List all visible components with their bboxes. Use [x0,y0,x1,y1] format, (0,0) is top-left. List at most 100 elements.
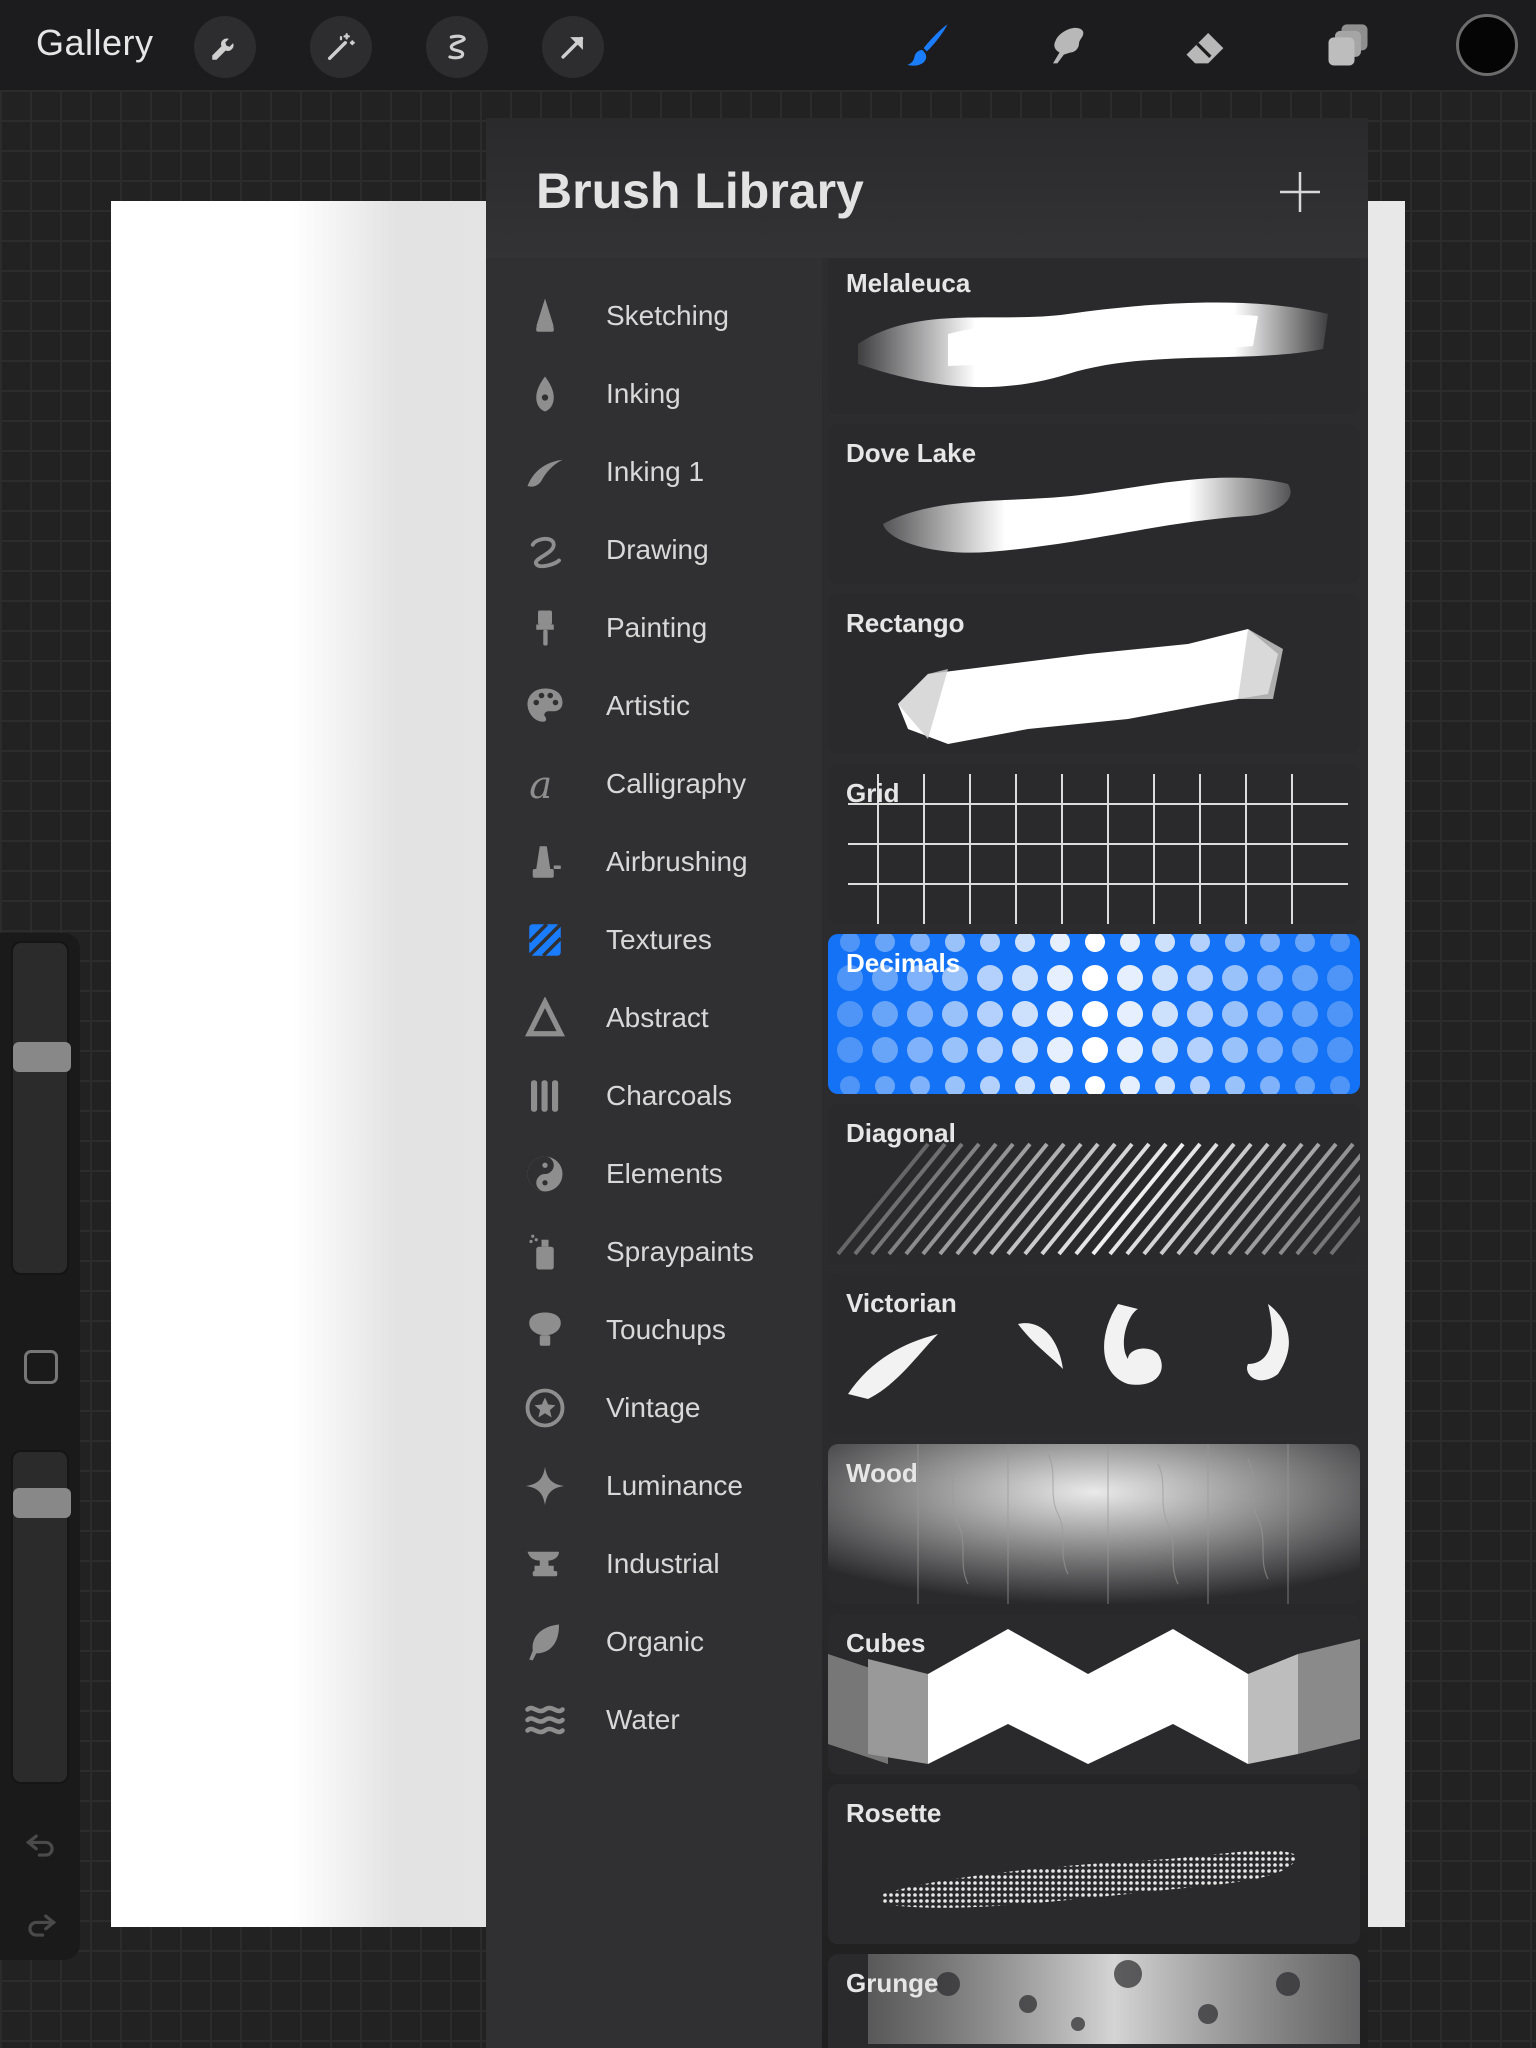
brush-set-inking[interactable]: Inking [486,355,822,433]
brush-set-label: Industrial [606,1548,720,1579]
modify-button[interactable] [24,1350,58,1384]
brush-diagonal[interactable]: Diagonal [828,1104,1360,1264]
color-picker-button[interactable] [1456,14,1518,76]
decimal-dot [1117,965,1143,991]
brush-victorian[interactable]: Victorian [828,1274,1360,1434]
brush-set-calligraphy[interactable]: a Calligraphy [486,745,822,823]
decimal-dot [872,1001,898,1027]
decimal-dot [1327,1037,1353,1063]
brush-cubes[interactable]: Cubes [828,1614,1360,1774]
brush-dove-lake[interactable]: Dove Lake [828,424,1360,584]
brush-name: Rosette [846,1798,942,1828]
decimal-dot [1222,1001,1248,1027]
procreate-app: Gallery Brush Library Sketching Inking I… [0,0,1536,2048]
panel-title: Brush Library [536,163,864,219]
brush-set-vintage[interactable]: Vintage [486,1369,822,1447]
star-badge-icon [522,1385,568,1431]
brush-set-artistic[interactable]: Artistic [486,667,822,745]
brush-rosette[interactable]: Rosette [828,1784,1360,1944]
decimal-dot [840,1076,860,1094]
brush-set-painting[interactable]: Painting [486,589,822,667]
smudge-icon[interactable] [1036,18,1096,74]
pencil-icon [522,293,568,339]
layers-icon[interactable] [1318,18,1378,74]
opacity-thumb[interactable] [13,1488,71,1518]
brush-set-label: Sketching [606,300,729,331]
brush-set-label: Airbrushing [606,846,748,877]
decimal-dot [837,1001,863,1027]
brush-set-industrial[interactable]: Industrial [486,1525,822,1603]
selection-icon[interactable] [426,16,488,78]
brush-set-label: Spraypaints [606,1236,754,1267]
brush-set-water[interactable]: Water [486,1681,822,1759]
decimal-dot [1327,965,1353,991]
opacity-slider[interactable] [11,1450,71,1784]
brush-set-label: Textures [606,924,712,955]
magic-wand-icon[interactable] [310,16,372,78]
brush-size-slider[interactable] [11,941,71,1275]
decimal-dot [1082,1001,1108,1027]
brush-set-abstract[interactable]: Abstract [486,979,822,1057]
eraser-icon[interactable] [1176,18,1236,74]
brush-set-organic[interactable]: Organic [486,1603,822,1681]
decimal-dot [1292,1037,1318,1063]
triangle-icon [522,995,568,1041]
brush-set-label: Calligraphy [606,768,747,799]
decimal-dot [980,934,1000,952]
decimal-dot [1222,1037,1248,1063]
brush-set-luminance[interactable]: Luminance [486,1447,822,1525]
brush-set-label: Artistic [606,690,690,721]
brush-set-label: Inking [606,378,681,409]
brush-size-thumb[interactable] [13,1042,71,1072]
undo-icon[interactable] [22,1825,60,1863]
sparkle-icon [522,1463,568,1509]
top-toolbar: Gallery [0,0,1536,90]
brush-set-sketching[interactable]: Sketching [486,277,822,355]
decimal-dot [1187,1037,1213,1063]
redo-icon[interactable] [22,1905,60,1943]
decimal-dot [1260,934,1280,952]
decimal-dot [872,1037,898,1063]
brush-set-charcoals[interactable]: Charcoals [486,1057,822,1135]
transform-arrow-icon[interactable] [542,16,604,78]
brushes-list: Melaleuca Dove Lake Rectango Grid Decima… [828,258,1368,2048]
decimal-dot [1330,1076,1350,1094]
brush-set-airbrushing[interactable]: Airbrushing [486,823,822,901]
brush-rectango[interactable]: Rectango [828,594,1360,754]
brush-set-drawing[interactable]: Drawing [486,511,822,589]
brush-sets-list: Sketching Inking Inking 1 Drawing Painti… [486,258,822,2048]
brush-set-inking-1[interactable]: Inking 1 [486,433,822,511]
gallery-button[interactable]: Gallery [36,22,154,64]
brush-set-touchups[interactable]: Touchups [486,1291,822,1369]
brush-set-spraypaints[interactable]: Spraypaints [486,1213,822,1291]
decimal-dot [945,1076,965,1094]
brush-grunge[interactable]: Grunge [828,1954,1360,2048]
wrench-icon[interactable] [194,16,256,78]
brush-wood[interactable]: Wood [828,1444,1360,1604]
brush-icon[interactable] [898,18,958,74]
brush-melaleuca[interactable]: Melaleuca [828,258,1360,414]
brush-name: Decimals [846,948,961,978]
brush-set-elements[interactable]: Elements [486,1135,822,1213]
decimal-dot [1187,965,1213,991]
decimal-dot [1330,934,1350,952]
decimal-dot [1120,934,1140,952]
brush-name: Melaleuca [846,268,971,298]
plus-icon[interactable] [1270,162,1330,222]
stroke-icon [522,449,568,495]
brush-name: Wood [846,1458,918,1488]
brush-set-label: Water [606,1704,680,1735]
paintbrush-icon [522,605,568,651]
decimal-dot [907,1001,933,1027]
decimal-dot [837,1037,863,1063]
calligraphy-icon: a [522,761,568,807]
svg-text:a: a [529,763,552,805]
decimal-dot [1047,965,1073,991]
brush-set-label: Charcoals [606,1080,733,1111]
decimal-dot [1082,1037,1108,1063]
brush-set-label: Touchups [606,1314,726,1345]
brush-set-textures[interactable]: Textures [486,901,822,979]
brush-decimals[interactable]: Decimals [828,934,1360,1094]
brush-grid[interactable]: Grid [828,764,1360,924]
decimal-dot [910,1076,930,1094]
